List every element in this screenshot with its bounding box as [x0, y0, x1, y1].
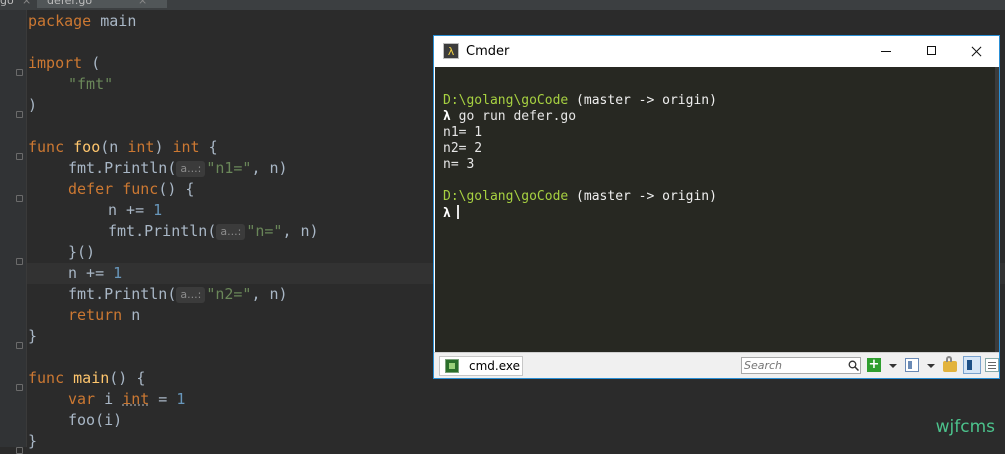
- fold-marker-icon[interactable]: [16, 69, 23, 76]
- tab-go[interactable]: go: [0, 0, 14, 8]
- tab-defer-go[interactable]: defer.go: [37, 0, 167, 8]
- new-console-icon[interactable]: +: [867, 358, 881, 372]
- fold-marker-icon[interactable]: [16, 111, 23, 118]
- code-line: func main() {: [28, 369, 146, 387]
- cmder-lambda-icon: λ: [443, 43, 459, 59]
- title-bar[interactable]: λ Cmder: [434, 36, 999, 67]
- fold-marker-icon[interactable]: [16, 258, 23, 265]
- code-line: foo(i): [68, 411, 123, 429]
- cmder-window[interactable]: λ Cmder D:\golang\goCode (master -> orig…: [433, 35, 1000, 379]
- tab-close-icon[interactable]: ×: [22, 0, 31, 8]
- text-cursor: [456, 205, 459, 219]
- code-line: fmt.Println(a...: "n1=", n): [68, 159, 288, 177]
- fold-marker-icon[interactable]: [16, 447, 23, 454]
- terminal-console[interactable]: D:\golang\goCode (master -> origin) λ go…: [435, 67, 999, 352]
- lock-icon[interactable]: [943, 356, 957, 372]
- status-bar: cmd.exe +: [434, 352, 999, 378]
- console-tab-label: cmd.exe: [469, 359, 521, 373]
- editor-tab-bar: go × defer.go ×: [0, 0, 1005, 10]
- command-line: λ go run defer.go: [443, 109, 577, 124]
- code-line: func foo(n int) int {: [28, 138, 218, 156]
- minimize-button[interactable]: [863, 36, 909, 67]
- code-line: fmt.Println(a...: "n2=", n): [68, 285, 288, 303]
- code-line: "fmt": [68, 75, 114, 93]
- code-line: }: [28, 327, 38, 345]
- new-console-dropdown-icon[interactable]: [889, 364, 897, 368]
- code-line: var i int = 1: [68, 390, 186, 408]
- code-line: import (: [28, 54, 101, 72]
- fold-marker-icon[interactable]: [16, 153, 23, 160]
- search-input[interactable]: [744, 358, 844, 373]
- parameter-hint: a...:: [216, 224, 246, 240]
- code-line: fmt.Println(a...: "n=", n): [108, 222, 319, 240]
- window-title: Cmder: [466, 44, 510, 59]
- parameter-hint: a...:: [176, 161, 206, 177]
- layout-toggle-icon[interactable]: [963, 356, 981, 374]
- split-view-icon[interactable]: [905, 358, 919, 372]
- code-line: n += 1: [108, 201, 163, 219]
- input-line[interactable]: λ: [443, 205, 717, 221]
- prompt-line: D:\golang\goCode (master -> origin): [443, 189, 717, 204]
- split-view-dropdown-icon[interactable]: [927, 364, 935, 368]
- console-icon: [445, 359, 459, 373]
- editor-gutter: [0, 10, 27, 454]
- search-field[interactable]: [741, 357, 861, 374]
- search-icon[interactable]: [848, 360, 859, 371]
- output-line: n1= 1: [443, 125, 483, 140]
- watermark: wjfcms: [935, 417, 995, 437]
- code-line: return n: [68, 306, 141, 324]
- code-line: defer func() {: [68, 180, 195, 198]
- code-line: ): [28, 96, 38, 114]
- fold-marker-icon[interactable]: [16, 195, 23, 202]
- code-line: }(): [68, 243, 96, 261]
- tab-close-icon[interactable]: ×: [138, 0, 147, 8]
- code-line: package main: [28, 12, 137, 30]
- console-tab-cmd[interactable]: cmd.exe: [439, 356, 523, 376]
- code-line: }: [28, 432, 38, 450]
- scrollbar[interactable]: [995, 67, 999, 352]
- parameter-hint: a...:: [176, 287, 206, 303]
- fold-marker-icon[interactable]: [16, 384, 23, 391]
- close-button[interactable]: [953, 36, 999, 67]
- code-line: n += 1: [68, 264, 123, 282]
- output-line: n= 3: [443, 157, 475, 172]
- prompt-line: D:\golang\goCode (master -> origin): [443, 93, 717, 108]
- output-line: n2= 2: [443, 141, 483, 156]
- fold-marker-icon[interactable]: [16, 342, 23, 349]
- menu-icon[interactable]: [985, 358, 999, 372]
- maximize-button[interactable]: [909, 36, 955, 67]
